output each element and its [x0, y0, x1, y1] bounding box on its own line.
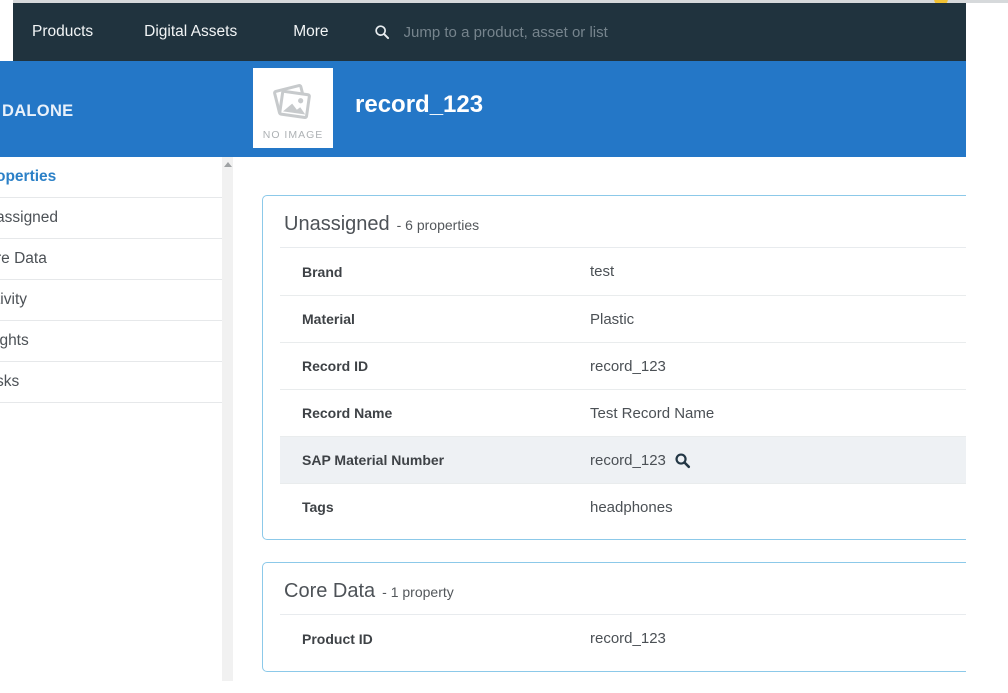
sidebar-item-label: sks: [0, 373, 19, 391]
nav-item-products[interactable]: Products: [32, 23, 93, 41]
property-row-material[interactable]: Material Plastic: [280, 295, 966, 342]
nav-item-digital-assets[interactable]: Digital Assets: [144, 23, 237, 41]
sidebar-item-properties[interactable]: operties: [0, 157, 222, 198]
property-value[interactable]: headphones: [590, 499, 673, 516]
property-row-record-name[interactable]: Record Name Test Record Name: [280, 389, 966, 436]
property-value[interactable]: Plastic: [590, 311, 634, 328]
sap-lookup-search-icon[interactable]: [674, 452, 691, 469]
card-header: Unassigned - 6 properties: [280, 196, 966, 248]
property-label: Material: [302, 311, 590, 327]
sidebar-item-label: ights: [0, 332, 29, 350]
property-row-tags[interactable]: Tags headphones: [280, 483, 966, 530]
page: Products Digital Assets More DALONE: [0, 0, 1008, 693]
scroll-up-icon[interactable]: [224, 162, 232, 167]
property-group-card-unassigned: Unassigned - 6 properties Brand test Mat…: [262, 195, 966, 540]
sidebar-item-insights[interactable]: ights: [0, 321, 222, 362]
property-row-product-id[interactable]: Product ID record_123: [280, 615, 966, 662]
sidebar-item-label: tivity: [0, 291, 27, 309]
card-header: Core Data - 1 property: [280, 563, 966, 615]
product-image-placeholder[interactable]: NO IMAGE: [253, 68, 333, 148]
record-title: record_123: [355, 91, 483, 119]
photo-frames-icon: [270, 83, 316, 125]
global-search[interactable]: [374, 24, 966, 41]
card-property-count: - 6 properties: [397, 217, 479, 233]
property-label: Brand: [302, 264, 590, 280]
search-input[interactable]: [404, 24, 966, 41]
card-title: Unassigned: [284, 213, 390, 236]
property-row-sap-material-number[interactable]: SAP Material Number record_123: [280, 436, 966, 483]
search-icon: [374, 24, 390, 40]
nav-item-more[interactable]: More: [293, 23, 328, 41]
property-value[interactable]: test: [590, 263, 614, 280]
property-row-record-id[interactable]: Record ID record_123: [280, 342, 966, 389]
sidebar-item-label: operties: [0, 168, 56, 186]
sidebar-item-activity[interactable]: tivity: [0, 280, 222, 321]
sidebar: operties assigned re Data tivity ights s…: [0, 157, 222, 693]
sidebar-scrollbar[interactable]: [222, 157, 233, 681]
breadcrumb[interactable]: DALONE: [2, 102, 73, 121]
no-image-label: NO IMAGE: [263, 129, 324, 141]
property-label: Product ID: [302, 631, 590, 647]
property-value[interactable]: record_123: [590, 630, 666, 647]
sidebar-item-label: re Data: [0, 250, 47, 268]
property-group-card-core-data: Core Data - 1 property Product ID record…: [262, 562, 966, 672]
property-value[interactable]: record_123: [590, 358, 666, 375]
top-navbar: Products Digital Assets More: [13, 3, 966, 61]
card-property-count: - 1 property: [382, 584, 454, 600]
property-label: Record ID: [302, 358, 590, 374]
record-header: DALONE NO IMAGE record_123: [0, 61, 966, 157]
sidebar-item-tasks[interactable]: sks: [0, 362, 222, 403]
property-label: Record Name: [302, 405, 590, 421]
property-value[interactable]: Test Record Name: [590, 405, 714, 422]
property-value[interactable]: record_123: [590, 452, 666, 469]
property-row-brand[interactable]: Brand test: [280, 248, 966, 295]
main-content: Unassigned - 6 properties Brand test Mat…: [233, 157, 966, 693]
sidebar-item-label: assigned: [0, 209, 58, 227]
sidebar-item-unassigned[interactable]: assigned: [0, 198, 222, 239]
property-label: SAP Material Number: [302, 452, 590, 468]
sidebar-item-core-data[interactable]: re Data: [0, 239, 222, 280]
property-label: Tags: [302, 499, 590, 515]
card-title: Core Data: [284, 580, 375, 603]
